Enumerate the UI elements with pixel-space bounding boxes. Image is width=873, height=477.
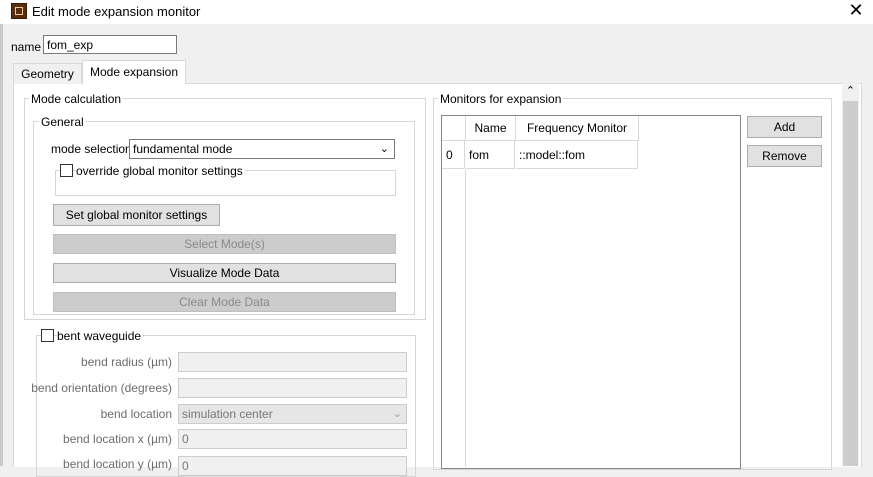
mode-selection-label: mode selection bbox=[51, 142, 132, 156]
clear-mode-data-button[interactable]: Clear Mode Data bbox=[53, 292, 396, 312]
scroll-up-icon[interactable]: ⌃ bbox=[842, 83, 859, 100]
set-global-settings-button[interactable]: Set global monitor settings bbox=[53, 204, 220, 226]
window-title: Edit mode expansion monitor bbox=[32, 4, 201, 19]
monitors-title: Monitors for expansion bbox=[438, 92, 564, 106]
mode-selection-value: fundamental mode bbox=[133, 142, 233, 156]
bend-location-y-input[interactable]: 0 bbox=[178, 456, 407, 476]
column-header-frequency-monitor[interactable]: Frequency Monitor bbox=[516, 116, 639, 141]
table-cell-frequency-monitor[interactable]: ::model::fom bbox=[516, 141, 638, 169]
bend-location-y-label: bend location y (µm) bbox=[63, 457, 172, 471]
name-label: name bbox=[11, 40, 42, 54]
bend-location-x-input[interactable]: 0 bbox=[178, 429, 407, 449]
remove-button[interactable]: Remove bbox=[747, 145, 822, 167]
select-modes-button[interactable]: Select Mode(s) bbox=[53, 234, 396, 254]
bend-radius-label: bend radius (µm) bbox=[81, 355, 172, 369]
name-input[interactable] bbox=[43, 35, 177, 54]
bent-waveguide-checkbox[interactable] bbox=[41, 329, 54, 342]
bend-location-x-label: bend location x (µm) bbox=[63, 432, 172, 446]
tab-mode-expansion[interactable]: Mode expansion bbox=[82, 60, 186, 84]
tab-geometry[interactable]: Geometry bbox=[13, 63, 82, 84]
bent-waveguide-label: bent waveguide bbox=[57, 329, 144, 343]
mode-selection-dropdown[interactable]: fundamental mode ⌄ bbox=[129, 139, 395, 159]
row-header-divider bbox=[465, 169, 466, 467]
close-icon[interactable]: ✕ bbox=[846, 0, 866, 22]
chevron-down-icon: ⌄ bbox=[392, 408, 402, 420]
add-button[interactable]: Add bbox=[747, 116, 822, 138]
table-corner-header bbox=[442, 116, 466, 141]
row-index[interactable]: 0 bbox=[442, 141, 465, 169]
monitors-table[interactable]: Name Frequency Monitor 0 fom ::model::fo… bbox=[441, 115, 741, 469]
bend-orientation-input[interactable] bbox=[178, 378, 407, 398]
chevron-down-icon: ⌄ bbox=[379, 143, 389, 155]
scrollbar-thumb[interactable] bbox=[843, 101, 858, 466]
general-title: General bbox=[39, 115, 86, 129]
app-icon bbox=[11, 3, 27, 19]
bend-location-dropdown[interactable]: simulation center ⌄ bbox=[178, 404, 407, 424]
bend-location-value: simulation center bbox=[182, 407, 273, 421]
bend-orientation-label: bend orientation (degrees) bbox=[31, 381, 172, 395]
window-border bbox=[0, 24, 3, 466]
mode-calculation-title: Mode calculation bbox=[29, 92, 124, 106]
bend-radius-input[interactable] bbox=[178, 352, 407, 372]
column-header-name[interactable]: Name bbox=[466, 116, 516, 141]
override-label: override global monitor settings bbox=[76, 164, 245, 178]
table-cell-name[interactable]: fom bbox=[466, 141, 515, 169]
visualize-mode-data-button[interactable]: Visualize Mode Data bbox=[53, 263, 396, 283]
bend-location-label: bend location bbox=[100, 407, 172, 421]
override-checkbox[interactable] bbox=[60, 164, 73, 177]
